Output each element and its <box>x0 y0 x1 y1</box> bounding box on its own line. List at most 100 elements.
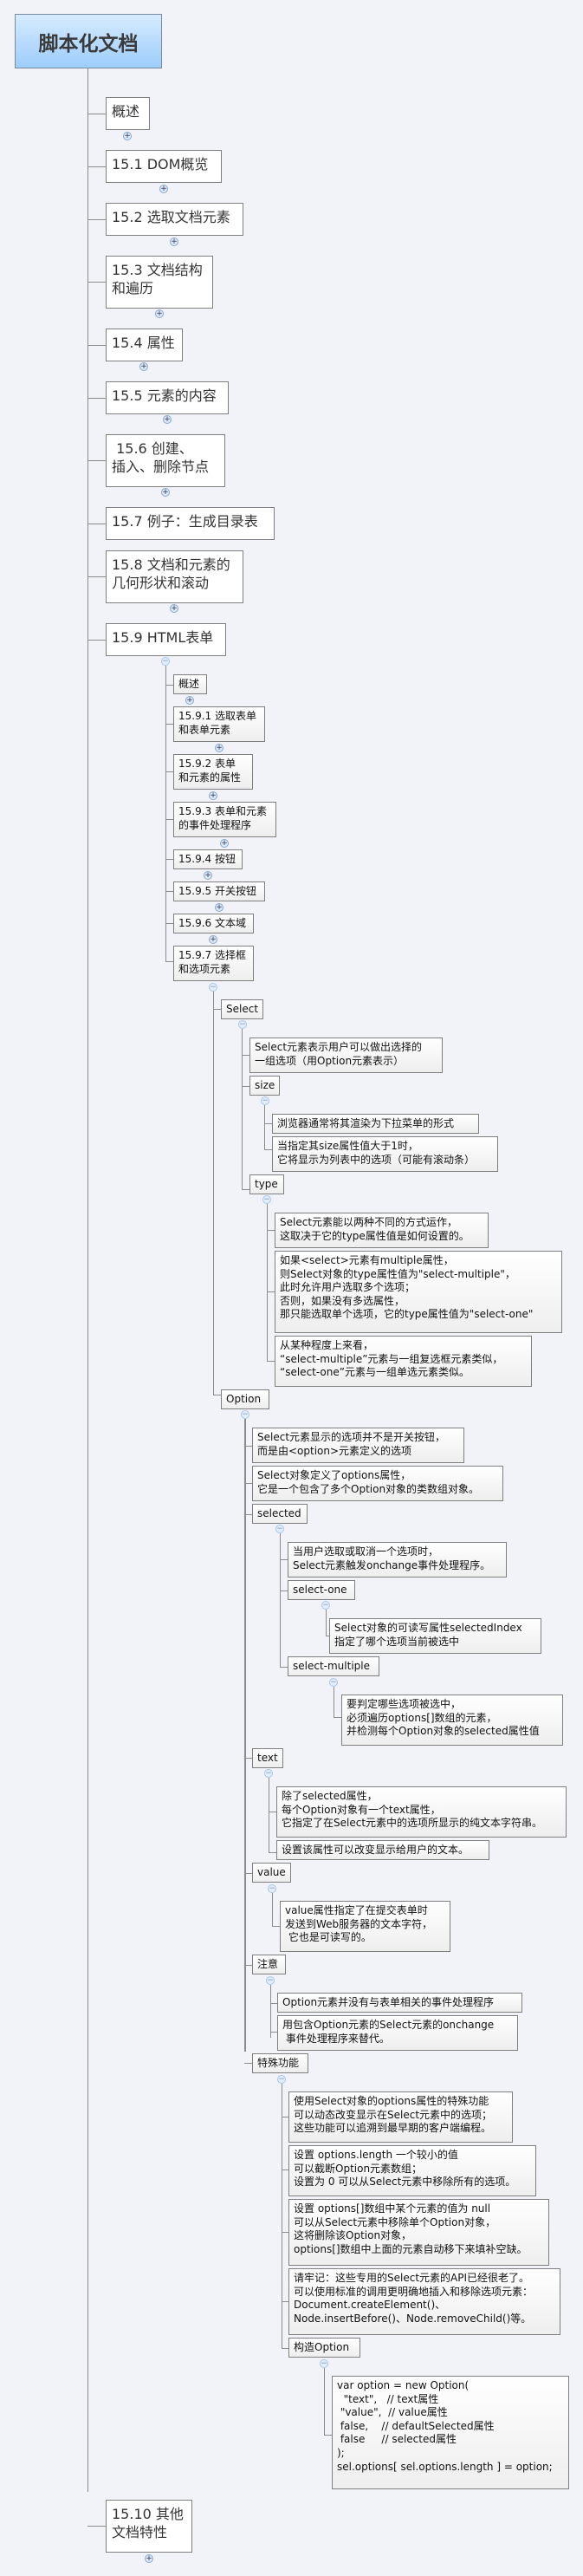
chapter-15-9[interactable]: 15.9 HTML表单 <box>106 623 226 656</box>
collapse-icon[interactable]: − <box>275 1525 284 1533</box>
construct-option-code: var option = new Option( "text", // text… <box>332 2376 569 2489</box>
chapter-overview[interactable]: 概述 <box>106 97 150 130</box>
expand-icon[interactable]: + <box>209 791 217 800</box>
expand-icon[interactable]: + <box>215 744 223 752</box>
collapse-icon[interactable]: − <box>321 1601 330 1610</box>
connector-line <box>270 1985 271 2038</box>
expand-icon[interactable]: + <box>139 362 148 371</box>
connector-line <box>87 640 107 641</box>
chapter-15-10[interactable]: 15.10 其他 文档特性 <box>106 2500 192 2553</box>
caution-note: Option元素并没有与表单相关的事件处理程序 <box>277 1993 522 2013</box>
connector-line <box>87 345 107 346</box>
collapse-icon[interactable]: − <box>209 983 217 992</box>
select-node[interactable]: Select <box>221 999 263 1019</box>
type-note: 如果<select>元素有multiple属性， 则Select对象的type属… <box>275 1251 562 1333</box>
connector-line <box>87 460 107 461</box>
text-node[interactable]: text <box>252 1748 283 1768</box>
connector-line <box>87 68 88 2492</box>
caution-note: 用包含Option元素的Select元素的onchange 事件处理程序来替代。 <box>277 2015 518 2051</box>
type-note: Select元素能以两种不同的方式运作， 这取决于它的type属性值是如何设置的… <box>275 1213 489 1248</box>
collapse-icon[interactable]: − <box>262 1195 271 1204</box>
expand-icon[interactable]: + <box>159 185 168 193</box>
connector-line <box>165 666 166 961</box>
collapse-icon[interactable]: − <box>261 1096 269 1105</box>
expand-icon[interactable]: + <box>204 871 212 880</box>
text-note: 设置该属性可以改变显示给用户的文本。 <box>276 1840 489 1860</box>
type-note: 从某种程度上来看， “select-multiple”元素与一组复选框元素类似，… <box>275 1336 532 1387</box>
collapse-icon[interactable]: − <box>268 1884 276 1893</box>
connector-line <box>326 1610 327 1636</box>
type-node[interactable]: type <box>249 1174 284 1194</box>
expand-icon[interactable]: + <box>145 2554 153 2563</box>
special-note: 使用Select对象的options属性的特殊功能 可以动态改变显示在Selec… <box>288 2091 513 2143</box>
connector-line <box>280 1533 281 1667</box>
expand-icon[interactable]: + <box>155 309 164 318</box>
connector-line <box>272 1893 273 1926</box>
section-15-9-2[interactable]: 15.9.2 表单 和元素的属性 <box>173 754 253 790</box>
chapter-15-3[interactable]: 15.3 文档结构 和遍历 <box>106 256 213 309</box>
expand-icon[interactable]: + <box>170 604 178 613</box>
connector-line <box>87 398 107 399</box>
section-15-9-6[interactable]: 15.9.6 文本域 <box>173 914 254 933</box>
expand-icon[interactable]: + <box>215 903 223 912</box>
expand-icon[interactable]: + <box>123 132 132 140</box>
expand-icon[interactable]: + <box>163 415 172 424</box>
size-note: 浏览器通常将其渲染为下拉菜单的形式 <box>272 1114 479 1134</box>
connector-line <box>87 166 107 167</box>
option-note: Select元素显示的选项并不是开关按钮， 而是由<option>元素定义的选项 <box>252 1428 464 1463</box>
collapse-icon[interactable]: − <box>161 657 170 666</box>
select-multiple-node[interactable]: select-multiple <box>288 1656 379 1676</box>
chapter-15-6[interactable]: 15.6 创建、 插入、删除节点 <box>106 434 225 487</box>
connector-line <box>87 576 107 577</box>
collapse-icon[interactable]: − <box>320 2359 328 2368</box>
selected-node[interactable]: selected <box>252 1504 308 1524</box>
connector-line <box>267 1204 268 1361</box>
connector-line <box>87 2526 107 2527</box>
expand-icon[interactable]: + <box>161 488 170 497</box>
section-15-9-3[interactable]: 15.9.3 表单和元素 的事件处理程序 <box>173 802 276 837</box>
chapter-15-2[interactable]: 15.2 选取文档元素 <box>106 203 243 236</box>
collapse-icon[interactable]: − <box>266 1976 275 1985</box>
expand-icon[interactable]: + <box>209 935 217 944</box>
section-15-9-4[interactable]: 15.9.4 按钮 <box>173 849 243 869</box>
size-note: 当指定其size属性值大于1时， 它将显示为列表中的选项（可能有滚动条） <box>272 1136 498 1172</box>
chapter-15-4[interactable]: 15.4 属性 <box>106 329 183 361</box>
connector-line <box>242 1029 243 1189</box>
expand-icon[interactable]: + <box>170 237 178 246</box>
chapter-15-8[interactable]: 15.8 文档和元素的 几何形状和滚动 <box>106 550 243 603</box>
special-node[interactable]: 特殊功能 <box>252 2053 308 2073</box>
connector-line <box>264 1105 265 1149</box>
section-15-9-7[interactable]: 15.9.7 选择框 和选项元素 <box>173 946 254 981</box>
text-note: 除了selected属性， 每个Option对象有一个text属性， 它指定了在… <box>276 1786 567 1838</box>
option-node[interactable]: Option <box>221 1389 269 1409</box>
special-note: 请牢记：这些专用的Select元素的API已经很老了。 可以使用标准的调用更明确… <box>288 2268 560 2335</box>
chapter-15-7[interactable]: 15.7 例子：生成目录表 <box>106 507 275 540</box>
select-one-node[interactable]: select-one <box>288 1580 355 1600</box>
collapse-icon[interactable]: − <box>277 2075 286 2084</box>
collapse-icon[interactable]: − <box>238 1020 247 1029</box>
root-topic[interactable]: 脚本化文档 <box>15 14 162 68</box>
caution-node[interactable]: 注意 <box>252 1955 286 1974</box>
chapter-15-5[interactable]: 15.5 元素的内容 <box>106 381 229 414</box>
selected-note: 当用户选取或取消一个选项时， Select元素触发onchange事件处理程序。 <box>288 1542 507 1577</box>
value-note: value属性指定了在提交表单时 发送到Web服务器的文本字符， 它也是可读写的… <box>280 1901 450 1952</box>
expand-icon[interactable]: + <box>185 696 194 705</box>
size-node[interactable]: size <box>249 1076 280 1096</box>
connector-line <box>87 282 107 283</box>
select-multiple-note: 要判定哪些选项被选中， 必须遍历options[]数组的元素， 并检测每个Opt… <box>341 1695 563 1746</box>
section-overview[interactable]: 概述 <box>173 674 207 694</box>
section-15-9-1[interactable]: 15.9.1 选取表单 和表单元素 <box>173 706 265 742</box>
select-description: Select元素表示用户可以做出选择的 一组选项（用Option元素表示） <box>249 1038 443 1073</box>
value-node[interactable]: value <box>252 1863 291 1883</box>
construct-option-node[interactable]: 构造Option <box>288 2338 360 2358</box>
select-one-note: Select对象的可读写属性selectedIndex 指定了哪个选项当前被选中 <box>329 1618 541 1654</box>
chapter-15-1[interactable]: 15.1 DOM概览 <box>106 150 222 183</box>
option-note: Select对象定义了options属性， 它是一个包含了多个Option对象的… <box>252 1466 503 1501</box>
collapse-icon[interactable]: − <box>329 1678 338 1687</box>
collapse-icon[interactable]: − <box>241 1410 249 1419</box>
section-15-9-5[interactable]: 15.9.5 开关按钮 <box>173 881 265 901</box>
expand-icon[interactable]: + <box>220 839 229 848</box>
connector-line <box>213 992 214 1395</box>
collapse-icon[interactable]: − <box>264 1769 273 1778</box>
special-note: 设置 options[]数组中某个元素的值为 null 可以从Select元素中… <box>288 2199 549 2266</box>
